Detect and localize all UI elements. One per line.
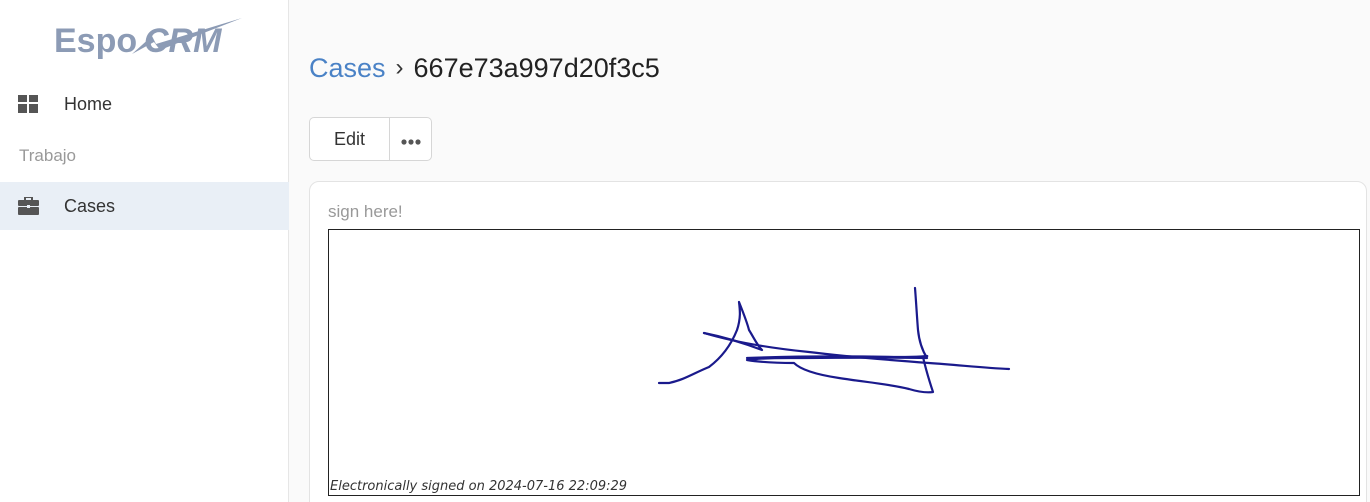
record-actions: Edit [309,117,432,161]
signature-field: Electronically signed on 2024-07-16 22:0… [328,229,1360,496]
svg-text:Espo: Espo [54,22,137,60]
sidebar-section-label: Trabajo [19,146,77,165]
briefcase-icon [18,196,39,215]
ellipsis-icon [400,129,421,150]
signed-timestamp: Electronically signed on 2024-07-16 22:0… [330,479,628,494]
record-panel: sign here! Electronically signed on 2024… [309,181,1367,502]
espocrm-logo[interactable]: Espo CRM [52,14,247,64]
field-label: sign here! [328,202,403,221]
sidebar-item-home[interactable]: Home [0,80,289,128]
sidebar-item-label: Cases [64,195,116,216]
sidebar-item-label: Home [64,93,113,114]
page-title: 667e73a997d20f3c5 [413,53,660,83]
sidebar: Espo CRM Home Trabajo Cases [0,0,289,502]
breadcrumb: Cases › 667e73a997d20f3c5 [309,50,660,86]
sidebar-item-cases[interactable]: Cases [0,182,289,230]
breadcrumb-separator: › [395,54,404,81]
signature-drawing [657,286,1011,394]
dashboard-grid-icon [18,95,39,113]
breadcrumb-link-cases[interactable]: Cases [309,50,386,86]
edit-button[interactable]: Edit [309,117,390,161]
more-actions-button[interactable] [390,117,432,161]
